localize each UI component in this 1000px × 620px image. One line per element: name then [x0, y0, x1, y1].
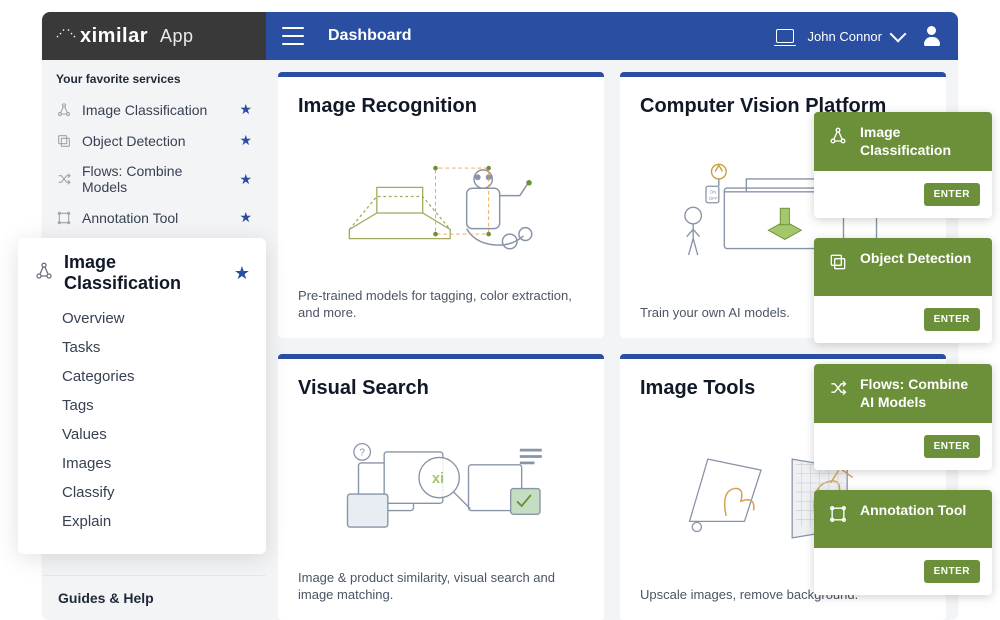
- popup-item-classify[interactable]: Classify: [34, 478, 250, 507]
- popup-header: Image Classification ★: [34, 252, 250, 294]
- popup-item-tags[interactable]: Tags: [34, 391, 250, 420]
- green-card-title: Flows: Combine AI Models: [860, 376, 978, 411]
- sidebar-item-label: Object Detection: [82, 133, 186, 149]
- sidebar-item-flows[interactable]: Flows: Combine Models ★: [42, 156, 266, 202]
- card-desc: Pre-trained models for tagging, color ex…: [298, 287, 584, 322]
- sidebar-item-label: Flows: Combine Models: [82, 163, 229, 195]
- brand-suffix: App: [160, 26, 194, 47]
- header-bar: Dashboard John Connor: [266, 12, 958, 60]
- avatar-icon[interactable]: [922, 26, 942, 46]
- logo-dots-icon: ⋰⋱: [56, 28, 78, 39]
- nodes-icon: [828, 126, 848, 146]
- enter-button[interactable]: ENTER: [924, 435, 980, 458]
- sidebar-item-label: Image Classification: [82, 102, 207, 118]
- popup-item-images[interactable]: Images: [34, 449, 250, 478]
- green-card-image-classification: Image Classification ENTER: [814, 112, 992, 218]
- green-card-header: Flows: Combine AI Models: [814, 364, 992, 423]
- star-icon[interactable]: ★: [239, 209, 252, 226]
- laptop-icon[interactable]: [776, 29, 794, 43]
- page-title: Dashboard: [328, 27, 412, 45]
- star-icon[interactable]: ★: [239, 171, 252, 188]
- brand-bar: ⋰⋱ ximilar App: [42, 12, 266, 60]
- favorites-heading: Your favorite services: [42, 60, 266, 94]
- top-row: ⋰⋱ ximilar App Dashboard John Connor: [42, 12, 958, 60]
- shuffle-icon: [828, 378, 848, 398]
- svg-text:ON: ON: [710, 190, 717, 195]
- nodes-icon: [56, 102, 72, 118]
- image-classification-popup: Image Classification ★ Overview Tasks Ca…: [18, 238, 266, 554]
- green-card-header: Object Detection: [814, 238, 992, 296]
- svg-text:OFF: OFF: [709, 196, 718, 201]
- green-card-annotation-tool: Annotation Tool ENTER: [814, 490, 992, 595]
- enter-button[interactable]: ENTER: [924, 308, 980, 331]
- popup-item-overview[interactable]: Overview: [34, 304, 250, 333]
- card-desc: Image & product similarity, visual searc…: [298, 569, 584, 604]
- green-card-object-detection: Object Detection ENTER: [814, 238, 992, 343]
- layers-icon: [828, 252, 848, 272]
- card-title: Image Recognition: [298, 95, 584, 118]
- card-image-recognition[interactable]: Image Recognition: [278, 72, 604, 338]
- card-visual-search[interactable]: Visual Search: [278, 354, 604, 620]
- chevron-down-icon[interactable]: [890, 26, 907, 43]
- sidebar-item-annotation-tool[interactable]: Annotation Tool ★: [42, 202, 266, 233]
- card-title: Visual Search: [298, 377, 584, 400]
- green-card-title: Annotation Tool: [860, 502, 966, 520]
- popup-item-values[interactable]: Values: [34, 420, 250, 449]
- annotation-icon: [56, 210, 72, 226]
- green-card-header: Annotation Tool: [814, 490, 992, 548]
- green-card-header: Image Classification: [814, 112, 992, 171]
- sidebar-item-label: Annotation Tool: [82, 210, 178, 226]
- svg-text:xi: xi: [432, 472, 444, 488]
- popup-item-categories[interactable]: Categories: [34, 362, 250, 391]
- guides-help-link[interactable]: Guides & Help: [42, 575, 266, 620]
- green-card-title: Image Classification: [860, 124, 978, 159]
- sidebar-item-object-detection[interactable]: Object Detection ★: [42, 125, 266, 156]
- image-recognition-illustration: [298, 126, 584, 279]
- svg-text:?: ?: [359, 448, 365, 459]
- popup-item-tasks[interactable]: Tasks: [34, 333, 250, 362]
- user-name[interactable]: John Connor: [808, 29, 882, 44]
- visual-search-illustration: xi ?: [298, 408, 584, 561]
- popup-title: Image Classification: [64, 252, 224, 294]
- star-icon[interactable]: ★: [234, 263, 250, 284]
- brand-logo: ⋰⋱ ximilar App: [56, 25, 194, 48]
- popup-menu: Overview Tasks Categories Tags Values Im…: [34, 304, 250, 536]
- star-icon[interactable]: ★: [239, 132, 252, 149]
- shuffle-icon: [56, 171, 72, 187]
- enter-button[interactable]: ENTER: [924, 560, 980, 583]
- brand-name: ximilar: [80, 25, 148, 48]
- star-icon[interactable]: ★: [239, 101, 252, 118]
- nodes-icon: [34, 261, 54, 286]
- hamburger-menu-icon[interactable]: [282, 27, 304, 45]
- sidebar-item-image-classification[interactable]: Image Classification ★: [42, 94, 266, 125]
- enter-button[interactable]: ENTER: [924, 183, 980, 206]
- green-card-title: Object Detection: [860, 250, 971, 268]
- annotation-icon: [828, 504, 848, 524]
- green-card-flows: Flows: Combine AI Models ENTER: [814, 364, 992, 470]
- popup-item-explain[interactable]: Explain: [34, 507, 250, 536]
- layers-icon: [56, 133, 72, 149]
